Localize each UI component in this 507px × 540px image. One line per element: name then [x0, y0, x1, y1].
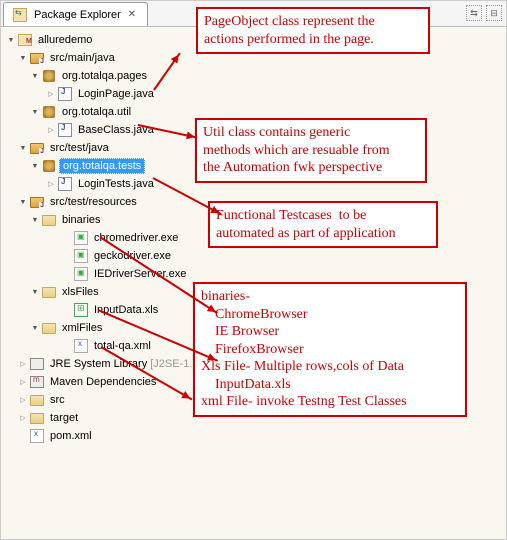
file-node[interactable]: geckodriver.exe	[1, 247, 506, 265]
twisty-icon	[61, 232, 73, 244]
twisty-icon[interactable]	[17, 142, 29, 154]
node-label: JRE System Library	[47, 357, 150, 371]
node-label: org.totalqa.pages	[59, 69, 150, 83]
twisty-icon[interactable]	[17, 358, 29, 370]
navigator-icon	[12, 7, 28, 23]
library-icon	[29, 374, 45, 390]
file-node[interactable]: pom.xml	[1, 427, 506, 445]
library-icon	[29, 356, 45, 372]
node-label: org.totalqa.tests	[59, 158, 145, 174]
node-label: org.totalqa.util	[59, 105, 134, 119]
node-label: LoginPage.java	[75, 87, 157, 101]
node-label: binaries	[59, 213, 104, 227]
node-label: xlsFiles	[59, 285, 102, 299]
java-file-icon	[57, 86, 73, 102]
file-node[interactable]: IEDriverServer.exe	[1, 265, 506, 283]
source-folder-icon	[29, 194, 45, 210]
folder-icon	[41, 284, 57, 300]
twisty-icon[interactable]	[29, 286, 41, 298]
annotation-pageobject: PageObject class represent the actions p…	[196, 7, 430, 54]
twisty-icon	[61, 340, 73, 352]
twisty-icon[interactable]	[17, 394, 29, 406]
package-icon	[41, 104, 57, 120]
package-explorer-tab[interactable]: Package Explorer ✕	[3, 2, 148, 26]
node-label: pom.xml	[47, 429, 95, 443]
twisty-icon[interactable]	[17, 412, 29, 424]
java-file-node[interactable]: LoginPage.java	[1, 85, 506, 103]
xml-file-icon	[73, 338, 89, 354]
node-label: LoginTests.java	[75, 177, 157, 191]
annotation-util: Util class contains generic methods whic…	[195, 118, 427, 183]
twisty-icon	[61, 268, 73, 280]
twisty-icon[interactable]	[17, 52, 29, 64]
twisty-icon	[61, 250, 73, 262]
twisty-icon[interactable]	[45, 124, 57, 136]
annotation-resources: binaries- ChromeBrowser IE Browser Firef…	[193, 282, 467, 417]
twisty-icon	[61, 304, 73, 316]
view-toolbar: ⇆ ⊟	[466, 5, 502, 21]
node-label: target	[47, 411, 81, 425]
annotation-tests: Functional Testcases to be automated as …	[208, 201, 438, 248]
twisty-icon[interactable]	[5, 34, 17, 46]
node-label: Maven Dependencies	[47, 375, 159, 389]
source-folder-icon	[29, 50, 45, 66]
folder-icon	[41, 320, 57, 336]
node-label: IEDriverServer.exe	[91, 267, 189, 281]
exe-file-icon	[73, 230, 89, 246]
exe-file-icon	[73, 248, 89, 264]
node-label: src/test/resources	[47, 195, 140, 209]
link-editor-icon[interactable]: ⇆	[466, 5, 482, 21]
node-label: src/test/java	[47, 141, 112, 155]
folder-icon	[41, 212, 57, 228]
twisty-icon[interactable]	[29, 214, 41, 226]
java-file-icon	[57, 176, 73, 192]
twisty-icon[interactable]	[29, 70, 41, 82]
xml-file-icon	[29, 428, 45, 444]
package-node[interactable]: org.totalqa.pages	[1, 67, 506, 85]
java-file-icon	[57, 122, 73, 138]
twisty-icon[interactable]	[29, 106, 41, 118]
twisty-icon[interactable]	[17, 196, 29, 208]
xls-file-icon	[73, 302, 89, 318]
folder-icon	[29, 410, 45, 426]
project-icon	[17, 32, 33, 48]
node-label: alluredemo	[35, 33, 95, 47]
twisty-icon	[17, 430, 29, 442]
twisty-icon[interactable]	[45, 88, 57, 100]
package-icon	[41, 68, 57, 84]
close-icon[interactable]: ✕	[125, 8, 139, 22]
twisty-icon[interactable]	[29, 160, 41, 172]
exe-file-icon	[73, 266, 89, 282]
source-folder-icon	[29, 140, 45, 156]
twisty-icon[interactable]	[29, 322, 41, 334]
tab-title: Package Explorer	[34, 9, 121, 21]
folder-icon	[29, 392, 45, 408]
twisty-icon[interactable]	[45, 178, 57, 190]
collapse-all-icon[interactable]: ⊟	[486, 5, 502, 21]
twisty-icon[interactable]	[17, 376, 29, 388]
node-label: src/main/java	[47, 51, 118, 65]
node-label: src	[47, 393, 68, 407]
node-label: xmlFiles	[59, 321, 105, 335]
package-icon	[41, 158, 57, 174]
